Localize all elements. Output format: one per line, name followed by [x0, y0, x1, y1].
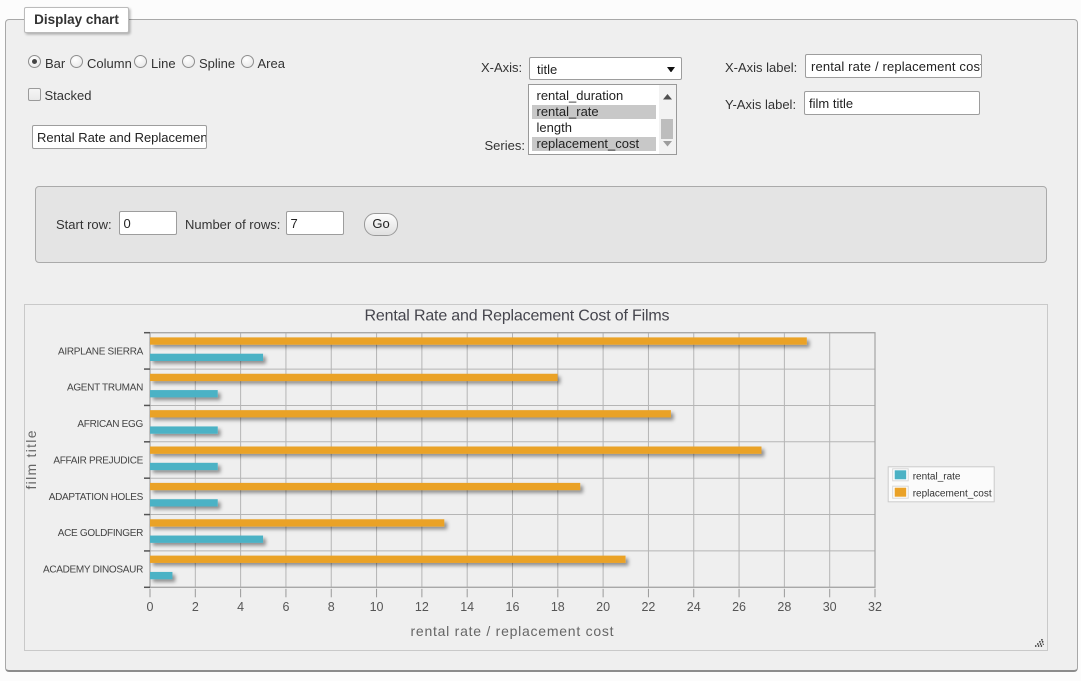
svg-text:rental rate / replacement cost: rental rate / replacement cost	[411, 623, 614, 639]
svg-text:30: 30	[823, 600, 837, 614]
svg-text:14: 14	[460, 600, 474, 614]
svg-text:6: 6	[282, 600, 289, 614]
svg-text:4: 4	[237, 600, 244, 614]
svg-text:24: 24	[687, 600, 701, 614]
svg-text:26: 26	[732, 600, 746, 614]
svg-text:0: 0	[147, 600, 154, 614]
svg-text:ADAPTATION HOLES: ADAPTATION HOLES	[49, 492, 144, 503]
svg-text:28: 28	[777, 600, 791, 614]
svg-text:AFRICAN EGG: AFRICAN EGG	[77, 419, 143, 430]
svg-text:18: 18	[551, 600, 565, 614]
svg-text:ACADEMY DINOSAUR: ACADEMY DINOSAUR	[43, 565, 143, 576]
svg-text:8: 8	[328, 600, 335, 614]
svg-text:12: 12	[415, 600, 429, 614]
svg-text:2: 2	[192, 600, 199, 614]
svg-text:rental_rate: rental_rate	[913, 471, 961, 482]
svg-text:AIRPLANE SIERRA: AIRPLANE SIERRA	[58, 346, 144, 357]
svg-text:replacement_cost: replacement_cost	[913, 489, 992, 500]
svg-text:film title: film title	[25, 430, 39, 489]
svg-text:32: 32	[868, 600, 882, 614]
svg-text:16: 16	[506, 600, 520, 614]
svg-text:AGENT TRUMAN: AGENT TRUMAN	[67, 383, 143, 394]
svg-text:22: 22	[641, 600, 655, 614]
svg-text:ACE GOLDFINGER: ACE GOLDFINGER	[58, 528, 143, 539]
svg-text:20: 20	[596, 600, 610, 614]
svg-text:10: 10	[370, 600, 384, 614]
svg-text:AFFAIR PREJUDICE: AFFAIR PREJUDICE	[53, 455, 143, 466]
svg-text:Rental Rate and Replacement Co: Rental Rate and Replacement Cost of Film…	[365, 308, 670, 325]
